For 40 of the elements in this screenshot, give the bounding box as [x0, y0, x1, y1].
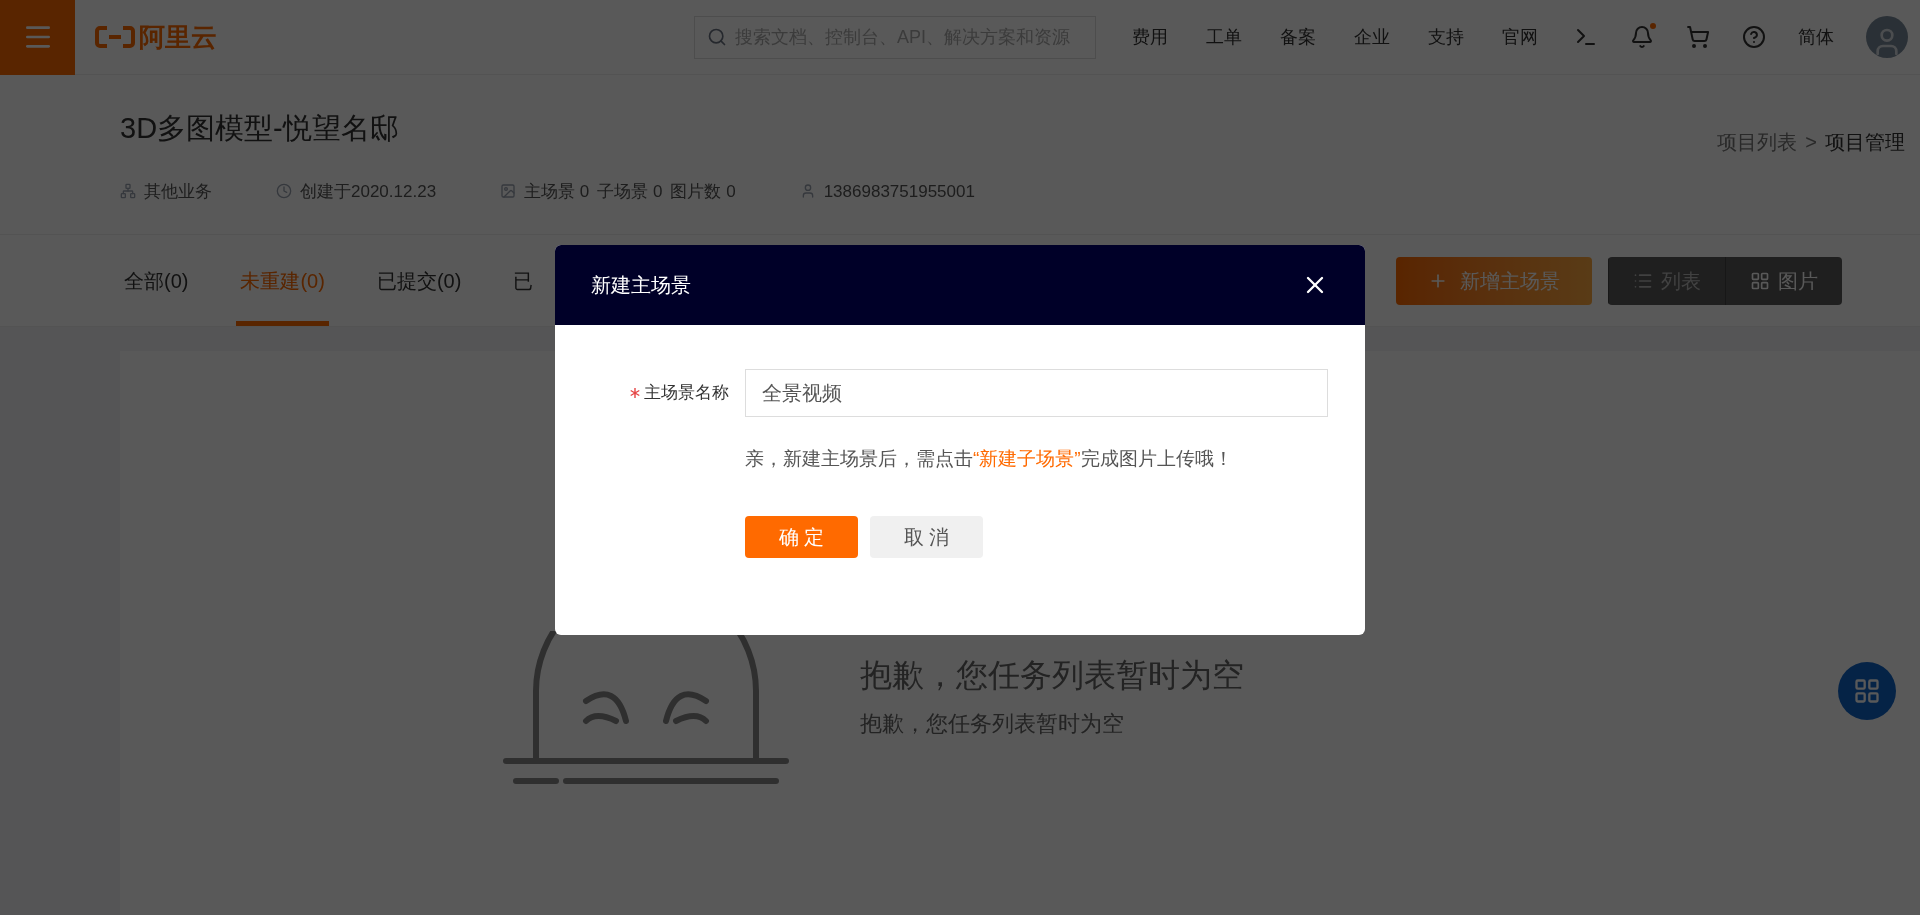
logo-text: 阿里云: [139, 20, 217, 54]
nav-link[interactable]: 备案: [1280, 23, 1316, 51]
breadcrumb-separator: >: [1805, 130, 1817, 155]
clock-icon: [276, 183, 292, 200]
tab[interactable]: 未重建(0): [236, 235, 329, 326]
meta-text: 主场景 0: [524, 180, 590, 203]
scene-name-input[interactable]: 全景视频: [745, 369, 1328, 417]
add-scene-button[interactable]: 新增主场景: [1396, 256, 1592, 305]
tab[interactable]: 已: [509, 235, 538, 326]
logo-icon: [95, 26, 135, 48]
image-icon: [500, 183, 517, 200]
project-title: 3D多图模型-悦望名邸: [120, 111, 400, 146]
hierarchy-icon: [120, 183, 136, 200]
cancel-button[interactable]: 取 消: [870, 515, 983, 558]
confirm-button[interactable]: 确 定: [745, 515, 858, 558]
language-link[interactable]: 简体: [1798, 23, 1834, 51]
nav-link[interactable]: 企业: [1354, 23, 1390, 51]
cart-icon[interactable]: [1686, 25, 1710, 49]
field-label: 主场景名称: [644, 382, 729, 405]
tab[interactable]: 已提交(0): [372, 235, 466, 326]
avatar[interactable]: [1866, 16, 1908, 58]
hint-text: 亲，新建主场景后，需点击“新建子场景”完成图片上传哦！: [745, 447, 1234, 471]
notification-button[interactable]: [1630, 25, 1654, 49]
meta-text: 创建于2020.12.23: [300, 180, 437, 203]
menu-button[interactable]: [0, 0, 75, 75]
search-icon: [707, 27, 727, 47]
grid-icon: [1750, 270, 1770, 291]
meta-text: 图片数 0: [670, 180, 736, 203]
tab[interactable]: 全部(0): [120, 235, 193, 326]
grid-icon: [1853, 677, 1881, 705]
breadcrumb-link[interactable]: 项目管理: [1825, 127, 1905, 157]
nav-link[interactable]: 官网: [1502, 23, 1538, 51]
nav-link[interactable]: 工单: [1206, 23, 1242, 51]
nav-link[interactable]: 支持: [1428, 23, 1464, 51]
meta-text: 1386983751955001: [823, 180, 975, 203]
dialog-title: 新建主场景: [591, 273, 691, 298]
meta-text: 子场景 0: [597, 180, 663, 203]
meta-text: 其他业务: [144, 180, 212, 203]
help-icon[interactable]: [1742, 25, 1766, 49]
nav-link[interactable]: 费用: [1132, 23, 1168, 51]
